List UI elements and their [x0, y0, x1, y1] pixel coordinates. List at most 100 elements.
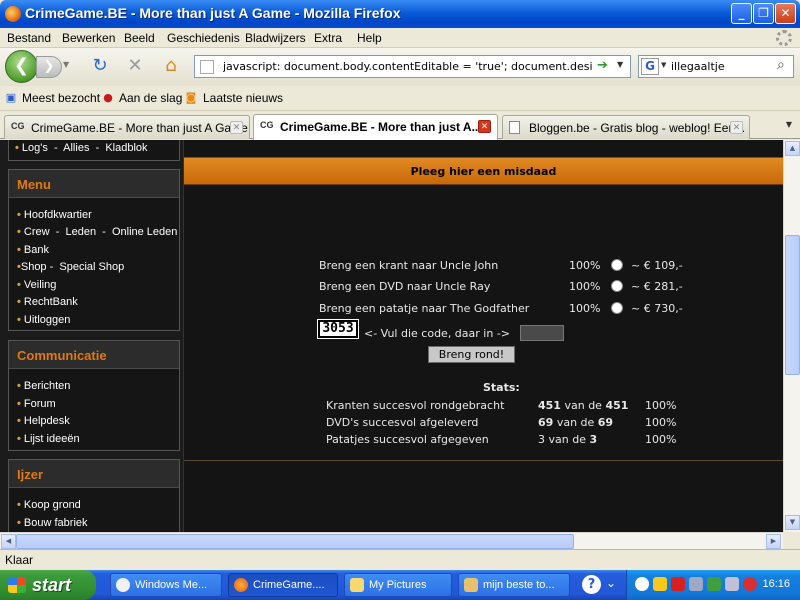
search-input[interactable]: [671, 58, 771, 75]
minimize-button[interactable]: _: [731, 3, 752, 24]
stop-icon[interactable]: ✕: [125, 56, 145, 76]
scroll-down-icon[interactable]: ▼: [785, 515, 800, 530]
crime-radio-dvd[interactable]: [611, 280, 623, 292]
sidebar-item-bank[interactable]: • Bank: [17, 244, 49, 256]
tab-close-icon[interactable]: ✕: [230, 121, 243, 134]
menu-bladwijzers[interactable]: Bladwijzers: [245, 31, 306, 45]
menu-help[interactable]: Help: [357, 31, 382, 45]
restore-button[interactable]: ❐: [753, 3, 774, 24]
tab-bloggen[interactable]: Bloggen.be - Gratis blog - weblog! Een..…: [502, 115, 750, 139]
taskbar-item-my-pictures[interactable]: My Pictures: [344, 573, 452, 597]
crime-radio-krant[interactable]: [611, 259, 623, 271]
taskbar: start Windows Me... CrimeGame.... My Pic…: [0, 570, 800, 600]
link-logs[interactable]: Log's: [22, 142, 48, 154]
history-dropdown-icon[interactable]: ▼: [63, 60, 73, 72]
vertical-scroll-thumb[interactable]: [785, 235, 800, 375]
home-icon[interactable]: ⌂: [160, 55, 182, 77]
windows-logo-icon: [8, 577, 26, 593]
sidebar-item-berichten[interactable]: • Berichten: [17, 380, 70, 392]
sidebar-item-rechtbank[interactable]: • RechtBank: [17, 296, 78, 308]
url-input[interactable]: [223, 58, 593, 75]
crime-percent: 100%: [569, 280, 601, 293]
submit-crime-button[interactable]: Breng rond!: [428, 346, 515, 363]
reload-icon[interactable]: ↻: [90, 56, 110, 76]
stat-count: 3 van de 3: [538, 433, 598, 446]
close-button[interactable]: ✕: [775, 3, 796, 24]
sidebar-item-koop-grond[interactable]: • Koop grond: [17, 499, 81, 511]
scroll-up-icon[interactable]: ▲: [785, 141, 800, 156]
help-icon[interactable]: ?: [582, 575, 601, 594]
tab-favicon-icon: CG: [260, 120, 274, 130]
bookmark-aan-de-slag[interactable]: Aan de slag: [119, 91, 182, 105]
crime-label-krant: Breng een krant naar Uncle John: [319, 259, 499, 272]
crime-panel: Pleeg hier een misdaad Breng een krant n…: [183, 140, 783, 532]
captcha-input[interactable]: [520, 325, 564, 341]
url-bar[interactable]: ➔ ▼: [194, 55, 631, 78]
go-arrow-icon[interactable]: ➔: [597, 58, 608, 73]
taskbar-item-crimegame[interactable]: CrimeGame....: [228, 573, 338, 597]
tab-list-icon[interactable]: ▼: [782, 117, 796, 133]
sidebar-item-crew[interactable]: • Crew - Leden - Online Leden: [17, 226, 177, 238]
taskbar-item-windows-media[interactable]: Windows Me...: [110, 573, 222, 597]
back-button[interactable]: ❮: [5, 50, 38, 83]
tab-crimegame-1[interactable]: CG CrimeGame.BE - More than just A Game …: [4, 115, 250, 139]
sidebar-item-shop[interactable]: •Shop - Special Shop: [17, 261, 124, 273]
update-icon[interactable]: [707, 577, 721, 591]
crime-percent: 100%: [569, 302, 601, 315]
stat-count: 69 van de 69: [538, 416, 614, 429]
link-kladblok[interactable]: Kladblok: [105, 142, 147, 154]
link-allies[interactable]: Allies: [63, 142, 89, 154]
sidebar-item-forum[interactable]: • Forum: [17, 398, 56, 410]
navigation-toolbar: ❮ ❯ ▼ ↻ ✕ ⌂ ➔ ▼ G ▼ ⌕: [0, 48, 800, 86]
search-engine-icon[interactable]: G: [641, 58, 659, 75]
url-dropdown-icon[interactable]: ▼: [617, 60, 623, 69]
crime-radio-patatje[interactable]: [611, 302, 623, 314]
stat-label: Patatjes succesvol afgegeven: [326, 433, 489, 446]
scrollbar-corner: [783, 532, 800, 549]
antivirus-icon[interactable]: [671, 577, 685, 591]
forward-button[interactable]: ❯: [36, 56, 62, 78]
security-icon[interactable]: [743, 577, 757, 591]
horizontal-scrollbar[interactable]: ◀ ▶: [0, 532, 783, 549]
search-icon[interactable]: ⌕: [777, 57, 785, 73]
horizontal-scroll-thumb[interactable]: [16, 534, 574, 549]
menu-geschiedenis[interactable]: Geschiedenis: [167, 31, 240, 45]
bookmark-meest-bezocht[interactable]: Meest bezocht: [22, 91, 100, 105]
network-icon[interactable]: [689, 577, 703, 591]
taskbar-item-mijn-beste[interactable]: mijn beste to...: [458, 573, 570, 597]
menu-extra[interactable]: Extra: [314, 31, 342, 45]
scroll-left-icon[interactable]: ◀: [1, 534, 16, 549]
tab-bar: CG CrimeGame.BE - More than just A Game …: [0, 111, 800, 140]
tray-arrow-icon[interactable]: [635, 577, 649, 591]
menu-bestand[interactable]: Bestand: [7, 31, 51, 45]
bookmarks-toolbar: ▣ Meest bezocht ● Aan de slag ◙ Laatste …: [0, 86, 800, 111]
bookmark-laatste-nieuws[interactable]: Laatste nieuws: [203, 91, 283, 105]
tray-expand-icon[interactable]: ⌄: [606, 576, 616, 590]
stat-label: Kranten succesvol rondgebracht: [326, 399, 505, 412]
tab-close-icon[interactable]: ✕: [478, 120, 491, 133]
vertical-scrollbar[interactable]: ▲ ▼: [783, 140, 800, 532]
sidebar-item-helpdesk[interactable]: • Helpdesk: [17, 415, 70, 427]
sidebar-item-hoofdkwartier[interactable]: • Hoofdkwartier: [17, 209, 92, 221]
sidebar-communicatie-box: Communicatie • Berichten • Forum • Helpd…: [8, 340, 180, 451]
folder-icon: [350, 578, 364, 592]
stat-percent: 100%: [645, 433, 677, 446]
tab-crimegame-2[interactable]: CG CrimeGame.BE - More than just A... ✕: [253, 114, 498, 140]
search-engine-dropdown-icon[interactable]: ▼: [661, 61, 666, 69]
monitor-icon[interactable]: [725, 577, 739, 591]
window-titlebar[interactable]: CrimeGame.BE - More than just A Game - M…: [0, 0, 800, 28]
shield-icon[interactable]: [653, 577, 667, 591]
menu-bewerken[interactable]: Bewerken: [62, 31, 115, 45]
sidebar-ijzer-box: Ijzer • Koop grond • Bouw fabriek: [8, 459, 180, 532]
scroll-right-icon[interactable]: ▶: [766, 534, 781, 549]
crime-reward: ~ € 109,-: [631, 259, 683, 272]
search-bar[interactable]: G ▼ ⌕: [638, 55, 794, 78]
menu-beeld[interactable]: Beeld: [124, 31, 155, 45]
sidebar-item-uitloggen[interactable]: • Uitloggen: [17, 314, 70, 326]
crime-panel-header: Pleeg hier een misdaad: [184, 157, 783, 185]
tab-close-icon[interactable]: ✕: [730, 121, 743, 134]
sidebar-item-lijst-ideeen[interactable]: • Lijst ideeën: [17, 433, 80, 445]
sidebar-item-veiling[interactable]: • Veiling: [17, 279, 56, 291]
start-button[interactable]: start: [0, 570, 96, 600]
sidebar-item-bouw-fabriek[interactable]: • Bouw fabriek: [17, 517, 88, 529]
